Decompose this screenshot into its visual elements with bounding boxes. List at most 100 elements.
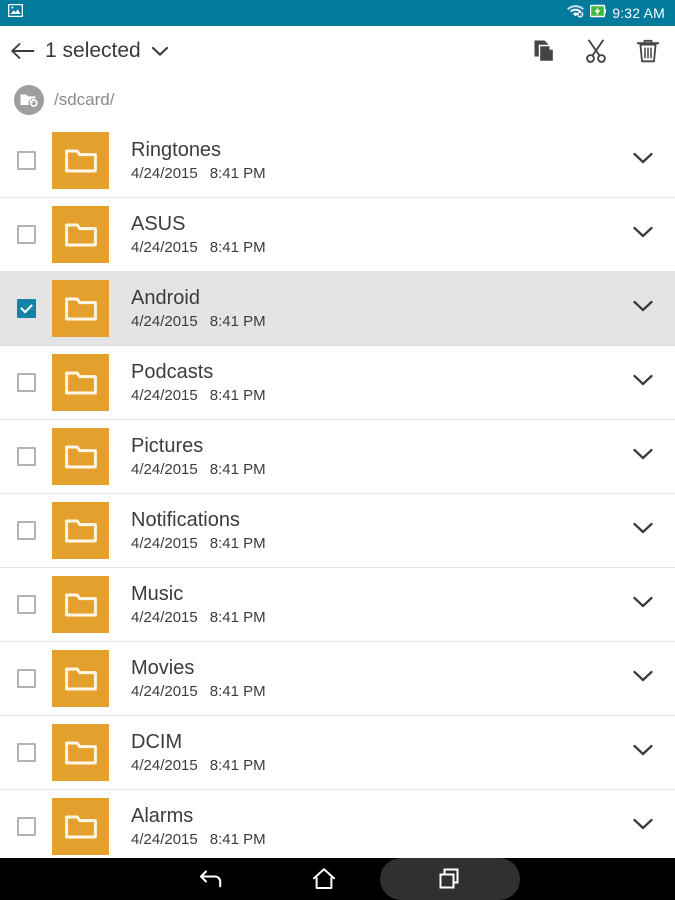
folder-timestamp: 4/24/2015 8:41 PM xyxy=(131,757,611,774)
folder-name: ASUS xyxy=(131,212,186,235)
checkbox-unchecked-icon[interactable] xyxy=(16,743,36,762)
row-checkbox[interactable] xyxy=(0,225,52,244)
expand-row-button[interactable] xyxy=(611,225,675,244)
checkbox-unchecked-icon[interactable] xyxy=(16,817,36,836)
table-row[interactable]: Movies 4/24/2015 8:41 PM xyxy=(0,642,675,716)
chevron-down-icon xyxy=(632,595,654,614)
row-meta: Podcasts 4/24/2015 8:41 PM xyxy=(109,361,611,405)
expand-row-button[interactable] xyxy=(611,521,675,540)
checkbox-unchecked-icon[interactable] xyxy=(16,225,36,244)
folder-icon xyxy=(52,576,109,633)
expand-row-button[interactable] xyxy=(611,743,675,762)
folder-time: 8:41 PM xyxy=(209,239,266,257)
folder-date: 4/24/2015 xyxy=(131,165,198,183)
status-bar-right-icons: 9:32 AM xyxy=(567,4,665,23)
folder-name: Pictures xyxy=(131,434,204,457)
row-checkbox[interactable] xyxy=(0,151,52,170)
folder-name: DCIM xyxy=(131,730,183,753)
chevron-down-icon xyxy=(632,817,654,836)
row-meta: Android 4/24/2015 8:41 PM xyxy=(109,287,611,331)
table-row[interactable]: Music 4/24/2015 8:41 PM xyxy=(0,568,675,642)
expand-row-button[interactable] xyxy=(611,447,675,466)
expand-row-button[interactable] xyxy=(611,817,675,836)
expand-row-button[interactable] xyxy=(611,669,675,688)
file-list[interactable]: Ringtones 4/24/2015 8:41 PM ASUS 4/24/2015 8:… xyxy=(0,124,675,858)
nav-recents-button[interactable] xyxy=(379,858,520,900)
folder-time: 8:41 PM xyxy=(209,683,266,701)
folder-time: 8:41 PM xyxy=(209,387,266,405)
expand-row-button[interactable] xyxy=(611,595,675,614)
folder-name: Movies xyxy=(131,656,195,679)
table-row[interactable]: Ringtones 4/24/2015 8:41 PM xyxy=(0,124,675,198)
expand-row-button[interactable] xyxy=(611,373,675,392)
row-meta: Music 4/24/2015 8:41 PM xyxy=(109,583,611,627)
row-checkbox[interactable] xyxy=(0,669,52,688)
row-checkbox[interactable] xyxy=(0,743,52,762)
nav-recents-icon xyxy=(439,868,458,889)
row-checkbox[interactable] xyxy=(0,373,52,392)
folder-date: 4/24/2015 xyxy=(131,609,198,627)
table-row[interactable]: Pictures 4/24/2015 8:41 PM xyxy=(0,420,675,494)
folder-name: Android xyxy=(131,286,200,309)
breadcrumb[interactable]: /sdcard/ xyxy=(0,76,675,124)
folder-icon xyxy=(52,650,109,707)
table-row[interactable]: DCIM 4/24/2015 8:41 PM xyxy=(0,716,675,790)
folder-up-icon[interactable] xyxy=(14,85,44,115)
table-row[interactable]: Podcasts 4/24/2015 8:41 PM xyxy=(0,346,675,420)
folder-timestamp: 4/24/2015 8:41 PM xyxy=(131,609,611,626)
cut-button[interactable] xyxy=(583,38,609,64)
row-checkbox[interactable] xyxy=(0,817,52,836)
row-checkbox[interactable] xyxy=(0,595,52,614)
chevron-down-icon xyxy=(632,669,654,688)
table-row[interactable]: ASUS 4/24/2015 8:41 PM xyxy=(0,198,675,272)
checkbox-unchecked-icon[interactable] xyxy=(16,151,36,170)
folder-date: 4/24/2015 xyxy=(131,683,198,701)
delete-button[interactable] xyxy=(635,38,661,64)
row-checkbox[interactable] xyxy=(0,521,52,540)
table-row[interactable]: Notifications 4/24/2015 8:41 PM xyxy=(0,494,675,568)
folder-time: 8:41 PM xyxy=(209,757,266,775)
expand-row-button[interactable] xyxy=(611,299,675,318)
folder-timestamp: 4/24/2015 8:41 PM xyxy=(131,831,611,848)
folder-time: 8:41 PM xyxy=(209,313,266,331)
checkbox-unchecked-icon[interactable] xyxy=(16,521,36,540)
breadcrumb-path: /sdcard/ xyxy=(54,90,115,109)
folder-date: 4/24/2015 xyxy=(131,313,198,331)
folder-name: Music xyxy=(131,582,184,605)
checkbox-unchecked-icon[interactable] xyxy=(16,447,36,466)
table-row[interactable]: Alarms 4/24/2015 8:41 PM xyxy=(0,790,675,858)
folder-name: Alarms xyxy=(131,804,194,827)
chevron-down-icon[interactable] xyxy=(151,45,169,57)
copy-button[interactable] xyxy=(531,38,557,64)
chevron-down-icon xyxy=(632,299,654,318)
folder-date: 4/24/2015 xyxy=(131,831,198,849)
folder-date: 4/24/2015 xyxy=(131,757,198,775)
row-checkbox[interactable] xyxy=(0,299,52,318)
checkbox-checked-icon[interactable] xyxy=(16,299,36,318)
selection-count-label: 1 selected xyxy=(45,39,141,62)
back-arrow-icon[interactable] xyxy=(10,41,35,61)
folder-time: 8:41 PM xyxy=(209,609,266,627)
table-row[interactable]: Android 4/24/2015 8:41 PM xyxy=(0,272,675,346)
row-checkbox[interactable] xyxy=(0,447,52,466)
folder-timestamp: 4/24/2015 8:41 PM xyxy=(131,313,611,330)
folder-timestamp: 4/24/2015 8:41 PM xyxy=(131,165,611,182)
folder-time: 8:41 PM xyxy=(209,831,266,849)
checkbox-unchecked-icon[interactable] xyxy=(16,595,36,614)
nav-home-button[interactable] xyxy=(268,858,380,900)
chevron-down-icon xyxy=(632,743,654,762)
folder-timestamp: 4/24/2015 8:41 PM xyxy=(131,387,611,404)
android-navigation-bar xyxy=(0,858,675,900)
folder-time: 8:41 PM xyxy=(209,461,266,479)
folder-icon xyxy=(52,280,109,337)
folder-timestamp: 4/24/2015 8:41 PM xyxy=(131,461,611,478)
checkbox-unchecked-icon[interactable] xyxy=(16,669,36,688)
gallery-image-icon xyxy=(7,3,24,22)
expand-row-button[interactable] xyxy=(611,151,675,170)
selection-toolbar: 1 selected xyxy=(0,26,675,76)
folder-icon xyxy=(52,206,109,263)
checkbox-unchecked-icon[interactable] xyxy=(16,373,36,392)
nav-back-button[interactable] xyxy=(156,858,268,900)
row-meta: DCIM 4/24/2015 8:41 PM xyxy=(109,731,611,775)
folder-icon xyxy=(52,132,109,189)
